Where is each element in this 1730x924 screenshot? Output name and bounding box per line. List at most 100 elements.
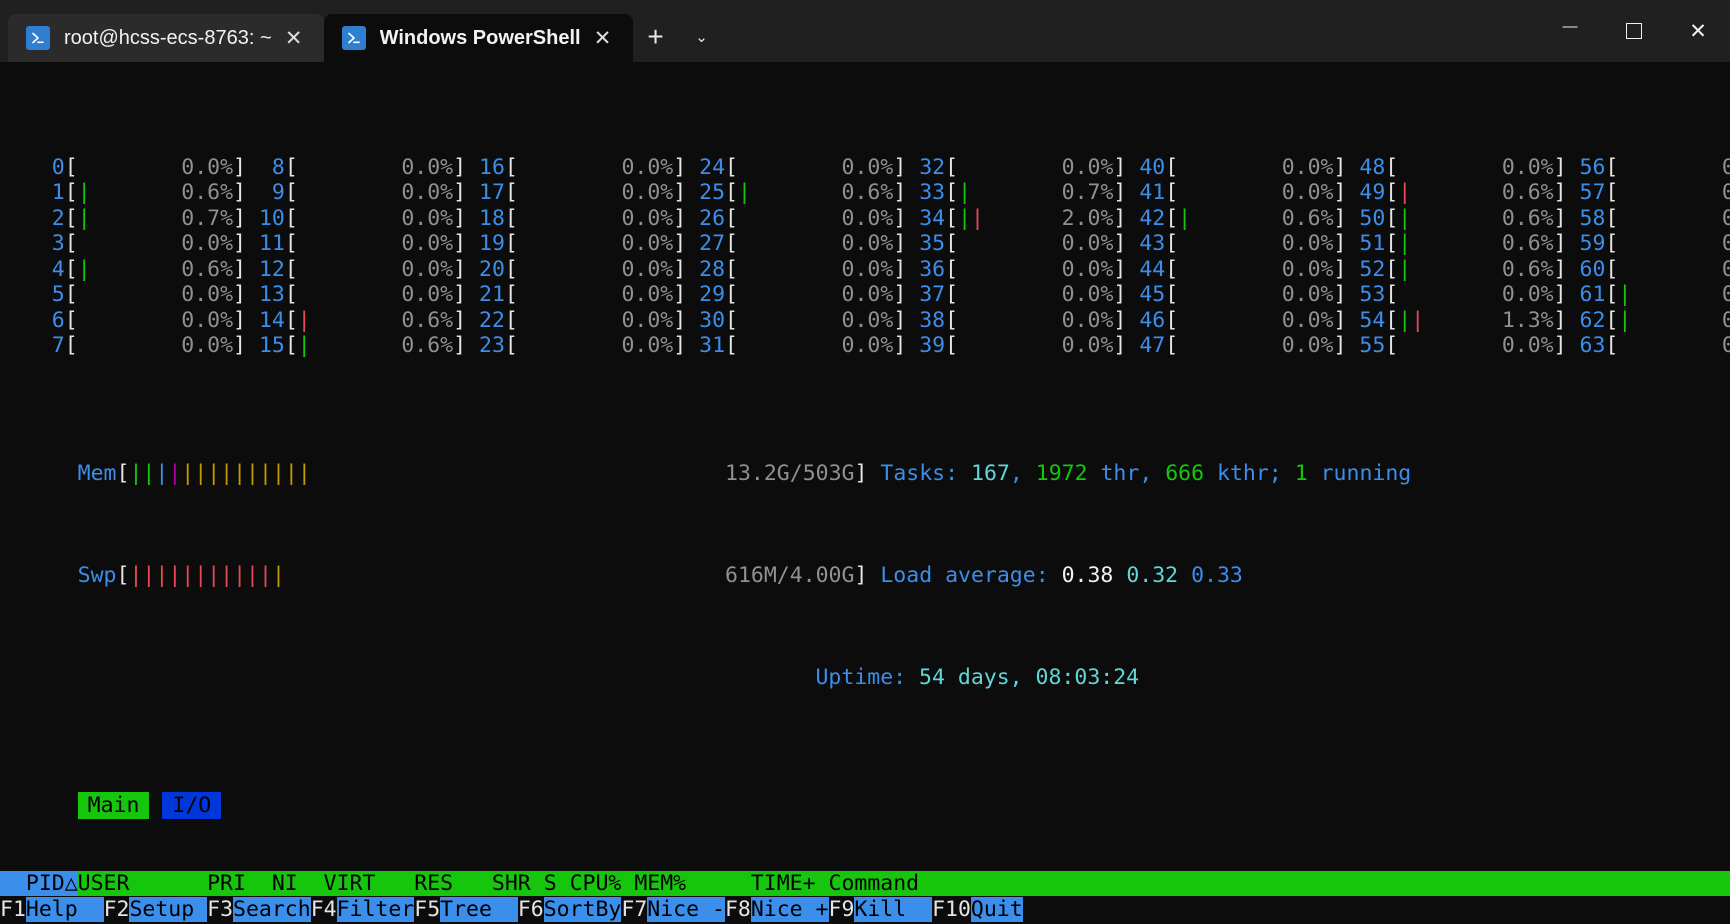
memory-bar-segment: | <box>233 461 246 486</box>
close-icon[interactable] <box>1666 0 1730 62</box>
process-table-header[interactable]: PID△USER PRI NI VIRT RES SHR S CPU% MEM%… <box>0 871 1730 897</box>
cpu-percent: 0.0% <box>1062 333 1114 358</box>
fkey-f1-label[interactable]: Help <box>26 897 104 922</box>
cpu-id-label: 7 <box>39 333 65 358</box>
cpu-id-label: 51 <box>1359 231 1385 256</box>
column-header-pid[interactable]: PID△ <box>0 871 78 896</box>
fkey-f6-number[interactable]: F6 <box>518 897 544 922</box>
tasks-threads-label: thr, <box>1100 461 1152 486</box>
fkey-f3-label[interactable]: Search <box>233 897 311 922</box>
swap-meter-line: Swp[|||||||||||| 616M/4.00G] Load averag… <box>0 537 1730 563</box>
fkey-f5-number[interactable]: F5 <box>414 897 440 922</box>
fkey-f8-label[interactable]: Nice + <box>751 897 829 922</box>
cpu-percent: 0.6% <box>1502 257 1554 282</box>
minimize-icon[interactable] <box>1538 0 1602 62</box>
chevron-down-icon[interactable]: ⌄ <box>679 14 725 60</box>
cpu-percent: 0.0% <box>401 206 453 231</box>
swap-bar-segment: | <box>259 563 272 588</box>
column-header-mem[interactable]: MEM% <box>621 871 686 896</box>
memory-value: 13.2G/503G <box>647 461 854 486</box>
cpu-percent: 0.0% <box>1722 231 1730 256</box>
terminal-tab-1-title: root@hcss-ecs-8763: ~ <box>64 27 272 50</box>
fkey-f7-number[interactable]: F7 <box>621 897 647 922</box>
terminal-tab-1[interactable]: root@hcss-ecs-8763: ~ ✕ <box>8 14 324 62</box>
terminal-tab-2-close-icon[interactable]: ✕ <box>581 16 625 60</box>
cpu-id-label: 37 <box>919 282 945 307</box>
cpu-percent: 0.0% <box>1722 180 1730 205</box>
htop-tab-main[interactable]: Main <box>78 792 150 819</box>
maximize-icon[interactable] <box>1602 0 1666 62</box>
tasks-running-label: running <box>1321 461 1412 486</box>
terminal-content[interactable]: 0[ 0.0%] 8[ 0.0%] 16[ 0.0%] 24[ 0.0%] 32… <box>0 62 1730 924</box>
column-header-ni[interactable]: NI <box>246 871 298 896</box>
cpu-bar-segment: | <box>1618 308 1631 333</box>
fkey-f1-number[interactable]: F1 <box>0 897 26 922</box>
column-header-state[interactable]: S <box>531 871 557 896</box>
memory-bar-segment: | <box>207 461 220 486</box>
fkey-f9-label[interactable]: Kill <box>854 897 932 922</box>
fkey-f6-label[interactable]: SortBy <box>544 897 622 922</box>
window-title-bar: root@hcss-ecs-8763: ~ ✕ Windows PowerShe… <box>0 0 1730 62</box>
cpu-percent: 0.0% <box>842 231 894 256</box>
new-tab-button[interactable]: + <box>633 14 679 60</box>
swap-bar-segment: | <box>246 563 259 588</box>
column-header-cpu[interactable]: CPU% <box>557 871 622 896</box>
fkey-f2-label[interactable]: Setup <box>129 897 207 922</box>
cpu-percent: 0.0% <box>1062 155 1114 180</box>
tasks-threads: 1972 <box>1036 461 1088 486</box>
cpu-id-label: 39 <box>919 333 945 358</box>
cpu-id-label: 13 <box>259 282 285 307</box>
column-header-command[interactable]: Command <box>816 871 920 896</box>
column-header-virt[interactable]: VIRT <box>298 871 376 896</box>
cpu-id-label: 3 <box>39 231 65 256</box>
swap-bar-segment: | <box>207 563 220 588</box>
column-header-time[interactable]: TIME+ <box>686 871 815 896</box>
tasks-kthreads-label: kthr; <box>1217 461 1282 486</box>
cpu-id-label: 30 <box>699 308 725 333</box>
cpu-percent: 0.0% <box>401 257 453 282</box>
tasks-label: Tasks: <box>880 461 958 486</box>
cpu-bar-segment: | <box>971 206 984 231</box>
cpu-percent: 0.0% <box>1282 333 1334 358</box>
column-header-pri[interactable]: PRI <box>194 871 246 896</box>
column-header-res[interactable]: RES <box>375 871 453 896</box>
fkey-f8-number[interactable]: F8 <box>725 897 751 922</box>
swap-bar-segment: | <box>272 563 285 588</box>
cpu-id-label: 40 <box>1139 155 1165 180</box>
cpu-percent: 0.6% <box>842 180 894 205</box>
fkey-f3-number[interactable]: F3 <box>207 897 233 922</box>
fkey-f7-label[interactable]: Nice - <box>647 897 725 922</box>
cpu-id-label: 36 <box>919 257 945 282</box>
cpu-id-label: 53 <box>1359 282 1385 307</box>
fkey-f4-label[interactable]: Filter <box>337 897 415 922</box>
cpu-id-label: 58 <box>1580 206 1606 231</box>
cpu-percent: 0.0% <box>401 155 453 180</box>
cpu-id-label: 17 <box>479 180 505 205</box>
cpu-percent: 0.6% <box>181 180 233 205</box>
fkey-f9-number[interactable]: F9 <box>829 897 855 922</box>
cpu-bar-segment: | <box>1398 257 1411 282</box>
htop-tab-io[interactable]: I/O <box>162 792 221 819</box>
column-header-user[interactable]: USER <box>78 871 195 896</box>
column-header-shr[interactable]: SHR <box>453 871 531 896</box>
cpu-percent: 0.0% <box>1722 333 1730 358</box>
cpu-percent: 0.0% <box>621 155 673 180</box>
cpu-percent: 0.0% <box>1502 155 1554 180</box>
terminal-tab-2[interactable]: Windows PowerShell ✕ <box>324 14 633 62</box>
fkey-f2-number[interactable]: F2 <box>104 897 130 922</box>
fkey-f4-number[interactable]: F4 <box>311 897 337 922</box>
terminal-tab-strip: root@hcss-ecs-8763: ~ ✕ Windows PowerShe… <box>8 0 725 62</box>
terminal-tab-1-close-icon[interactable]: ✕ <box>272 16 316 60</box>
cpu-percent: 0.0% <box>1062 308 1114 333</box>
memory-bar-segment: | <box>259 461 272 486</box>
fkey-f5-label[interactable]: Tree <box>440 897 518 922</box>
powershell-icon <box>342 26 366 50</box>
cpu-id-label: 50 <box>1359 206 1385 231</box>
cpu-percent: 0.0% <box>621 282 673 307</box>
cpu-meter-grid: 0[ 0.0%] 8[ 0.0%] 16[ 0.0%] 24[ 0.0%] 32… <box>0 155 1730 359</box>
fkey-f10-label[interactable]: Quit <box>971 897 1023 922</box>
cpu-bar-segment: | <box>1618 282 1631 307</box>
load-1min: 0.38 <box>1062 563 1114 588</box>
cpu-id-label: 56 <box>1580 155 1606 180</box>
fkey-f10-number[interactable]: F10 <box>932 897 971 922</box>
